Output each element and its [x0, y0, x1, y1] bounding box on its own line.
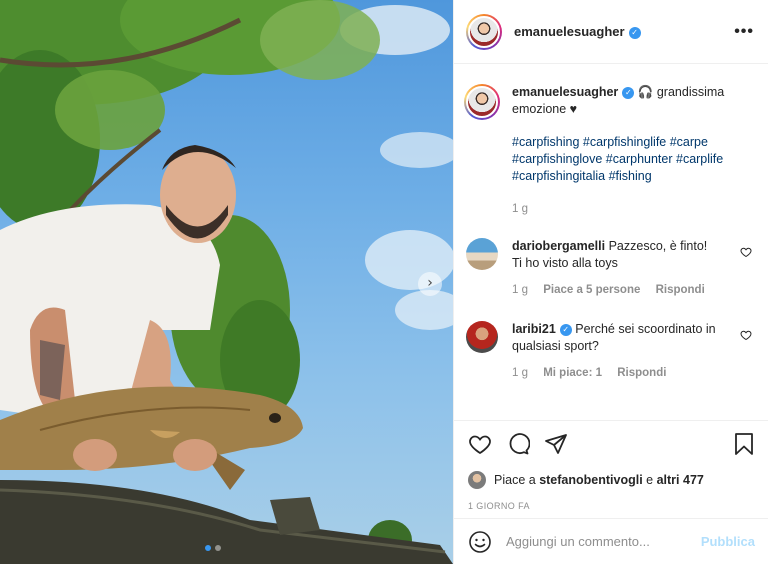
comment-likes-link[interactable]: Piace a 5 persone [543, 284, 640, 296]
comment-age[interactable]: 1 g [512, 367, 528, 379]
post-header: emanuelesuagher ✓ ••• [454, 0, 768, 64]
more-options-icon[interactable]: ••• [734, 23, 754, 41]
comment-heart-icon[interactable] [740, 329, 752, 341]
commenter-avatar[interactable] [466, 321, 498, 353]
author-username[interactable]: emanuelesuagher ✓ [514, 24, 641, 39]
avatar-image [466, 86, 498, 118]
photo-pagination [205, 545, 221, 551]
post-timestamp[interactable]: 1 GIORNO FA [468, 501, 755, 511]
caption-text-block: emanuelesuagher ✓ 🎧 grandissima emozione … [512, 84, 752, 118]
pagination-dot [215, 545, 221, 551]
post-actions: Piace a stefanobentivogli e altri 477 1 … [454, 420, 768, 511]
comment-heart-icon[interactable] [740, 246, 752, 258]
caption-hashtags[interactable]: #carpfishing #carpfishinglife #carpe #ca… [512, 134, 752, 185]
chevron-right-icon: › [427, 275, 433, 291]
bookmark-icon[interactable] [733, 432, 755, 456]
comment-text-block: laribi21 ✓ Perché sei scoordinato in qual… [512, 321, 734, 355]
verified-badge-icon: ✓ [559, 324, 572, 336]
caption-meta: 1 g [512, 201, 752, 218]
caption-username[interactable]: emanuelesuagher [512, 85, 618, 99]
share-icon[interactable] [544, 432, 568, 456]
comment-username[interactable]: dariobergamelli [512, 239, 605, 253]
commenter-avatar[interactable] [466, 238, 498, 270]
caption-age[interactable]: 1 g [512, 203, 528, 215]
post-side-panel: emanuelesuagher ✓ ••• emanuelesuagher ✓ 🎧 … [453, 0, 768, 564]
post-photo: › [0, 0, 453, 564]
comment-likes-link[interactable]: Mi piace: 1 [543, 367, 602, 379]
caption: emanuelesuagher ✓ 🎧 grandissima emozione … [464, 84, 752, 218]
username-text[interactable]: emanuelesuagher [514, 24, 625, 39]
likes-summary: Piace a stefanobentivogli e altri 477 [468, 471, 755, 489]
pagination-dot-active [205, 545, 211, 551]
photo-illustration [0, 0, 453, 564]
emoji-icon[interactable] [468, 530, 492, 554]
comment-input[interactable] [506, 534, 701, 549]
add-comment-bar: Pubblica [454, 518, 768, 564]
avatar-image [468, 15, 500, 48]
comment-meta: 1 g Piace a 5 persone Rispondi [512, 282, 734, 299]
reply-button[interactable]: Rispondi [617, 367, 666, 379]
verified-badge-icon: ✓ [622, 87, 635, 99]
comments-section: emanuelesuagher ✓ 🎧 grandissima emozione … [454, 64, 768, 416]
likes-prefix: Piace a [494, 473, 536, 487]
headphones-emoji: 🎧 [637, 85, 654, 99]
heart-icon[interactable] [468, 432, 492, 456]
comment-icon[interactable] [506, 432, 530, 456]
action-bar [468, 431, 755, 457]
likes-connector: e [646, 473, 654, 487]
verified-badge-icon: ✓ [628, 27, 641, 39]
caption-avatar[interactable] [464, 84, 500, 120]
comment-item: laribi21 ✓ Perché sei scoordinato in qual… [466, 321, 752, 382]
publish-button[interactable]: Pubblica [701, 534, 755, 549]
author-avatar[interactable] [466, 13, 502, 50]
next-photo-button[interactable]: › [418, 272, 442, 296]
likes-others-link[interactable]: altri 477 [657, 473, 704, 487]
comment-username[interactable]: laribi21 [512, 322, 556, 336]
reply-button[interactable]: Rispondi [656, 284, 705, 296]
comment-item: dariobergamelli Pazzesco, è finto! Ti ho… [466, 238, 752, 299]
liker-username[interactable]: stefanobentivogli [539, 473, 642, 487]
comment-text-block: dariobergamelli Pazzesco, è finto! Ti ho… [512, 238, 734, 272]
liker-avatar[interactable] [468, 471, 486, 489]
comment-age[interactable]: 1 g [512, 284, 528, 296]
comment-meta: 1 g Mi piace: 1 Rispondi [512, 365, 734, 382]
